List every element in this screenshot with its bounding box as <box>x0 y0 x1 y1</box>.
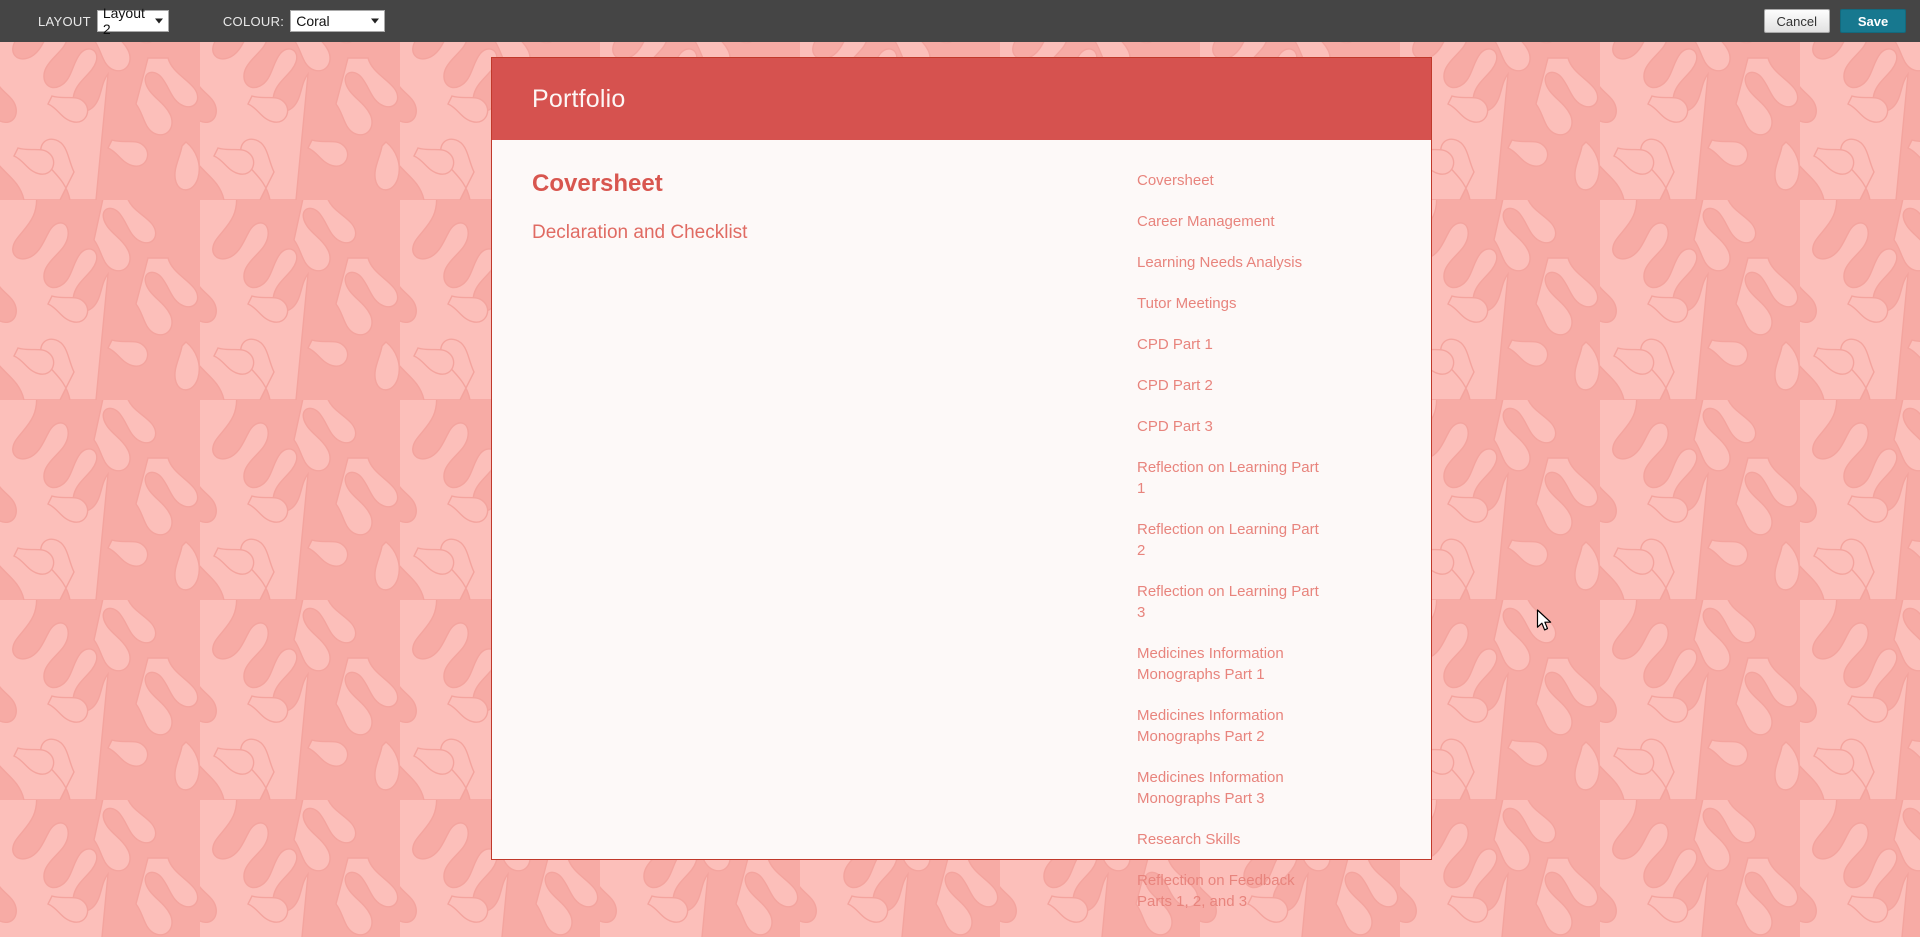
section-nav-item[interactable]: Reflection on Feedback Parts 1, 2, and 3 <box>1137 870 1323 912</box>
section-nav-item[interactable]: Research Skills <box>1137 829 1323 850</box>
card-header: Portfolio <box>492 58 1431 140</box>
chevron-down-icon <box>371 18 380 24</box>
section-title: Coversheet <box>532 170 663 197</box>
section-nav-item[interactable]: Medicines Information Monographs Part 3 <box>1137 767 1323 809</box>
colour-select[interactable]: Coral <box>290 10 386 32</box>
section-subtitle: Declaration and Checklist <box>532 222 748 243</box>
main-content-column: Coversheet Declaration and Checklist <box>492 140 1137 859</box>
section-nav-item[interactable]: CPD Part 2 <box>1137 375 1323 396</box>
colour-select-value: Coral <box>296 13 330 29</box>
colour-control-group: COLOUR: Coral <box>222 0 386 42</box>
cancel-button[interactable]: Cancel <box>1763 9 1830 33</box>
portfolio-preview-card: Portfolio Coversheet Declaration and Che… <box>491 57 1432 910</box>
mouse-cursor-icon <box>1536 609 1552 631</box>
layout-control-group: LAYOUT Layout 2 <box>38 0 169 42</box>
section-nav-item[interactable]: CPD Part 3 <box>1137 416 1323 437</box>
layout-label: LAYOUT <box>38 13 91 29</box>
section-nav-item[interactable]: Medicines Information Monographs Part 2 <box>1137 705 1323 747</box>
save-button[interactable]: Save <box>1840 9 1906 33</box>
section-nav-item[interactable]: Medicines Information Monographs Part 1 <box>1137 643 1323 685</box>
page-title: Portfolio <box>532 84 626 113</box>
section-nav-item[interactable]: Reflection on Learning Part 1 <box>1137 457 1323 499</box>
toolbar-actions: Cancel Save <box>1763 0 1906 42</box>
section-nav-item[interactable]: CPD Part 1 <box>1137 334 1323 355</box>
section-nav-item[interactable]: Reflection on Learning Part 3 <box>1137 581 1323 623</box>
card-body: Coversheet Declaration and Checklist Cov… <box>492 140 1431 910</box>
layout-select-value: Layout 2 <box>102 5 145 37</box>
section-nav-item[interactable]: Learning Needs Analysis <box>1137 252 1323 273</box>
section-nav-list: Coversheet Career Management Learning Need… <box>1137 170 1411 912</box>
chevron-down-icon <box>154 18 163 24</box>
section-nav-item[interactable]: Reflection on Learning Part 2 <box>1137 519 1323 561</box>
section-nav-item[interactable]: Coversheet <box>1137 170 1323 191</box>
layout-select[interactable]: Layout 2 <box>96 5 169 37</box>
page-root: LAYOUT Layout 2 COLOUR: Coral Cancel Sav… <box>0 0 1920 937</box>
section-nav-item[interactable]: Career Management <box>1137 211 1323 232</box>
section-nav-column: Coversheet Career Management Learning Need… <box>1137 140 1431 910</box>
colour-label: COLOUR: <box>222 13 285 29</box>
top-toolbar: LAYOUT Layout 2 COLOUR: Coral Cancel Sav… <box>0 0 1920 42</box>
section-nav-item[interactable]: Tutor Meetings <box>1137 293 1323 314</box>
